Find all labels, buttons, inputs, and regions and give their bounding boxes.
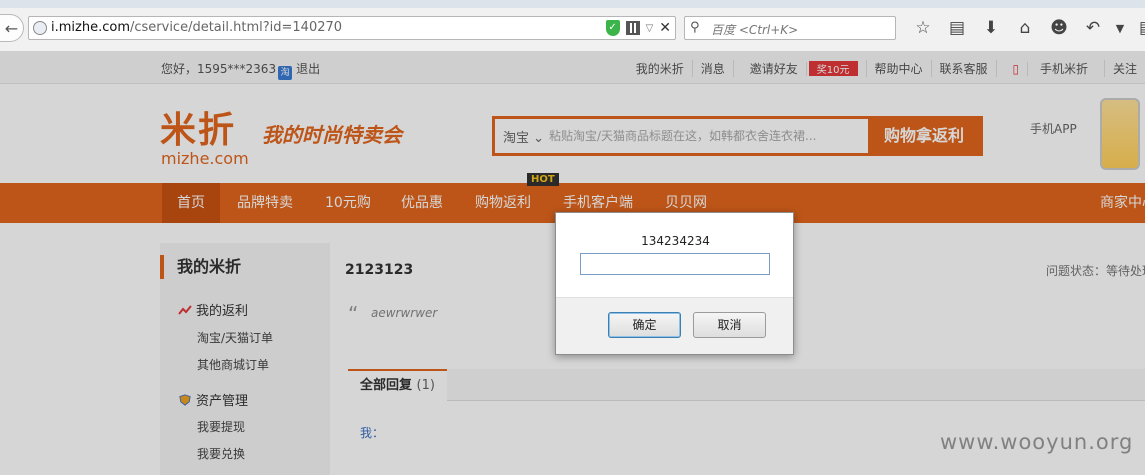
- browser-search-box[interactable]: ⚲ 百度 <Ctrl+K>: [684, 16, 896, 40]
- globe-icon: [33, 21, 47, 35]
- tab-strip: [0, 0, 1145, 8]
- cancel-button[interactable]: 取消: [693, 312, 766, 338]
- address-bar[interactable]: i.mizhe.com/cservice/detail.html?id=1402…: [28, 16, 676, 40]
- url-dropdown-icon[interactable]: ▽: [646, 23, 654, 34]
- prompt-dialog: 134234234 确定 取消: [555, 212, 794, 355]
- undo-icon[interactable]: ↶: [1076, 18, 1110, 38]
- ok-button[interactable]: 确定: [608, 312, 681, 338]
- dialog-input[interactable]: [580, 253, 770, 275]
- tab-icon[interactable]: ▤: [1130, 18, 1145, 38]
- browser-toolbar: ← i.mizhe.com/cservice/detail.html?id=14…: [0, 0, 1145, 52]
- shield-icon[interactable]: ✓: [605, 20, 620, 36]
- back-arrow-icon: ←: [4, 18, 19, 38]
- url-text[interactable]: i.mizhe.com/cservice/detail.html?id=1402…: [51, 20, 342, 35]
- download-icon[interactable]: ⬇: [974, 18, 1008, 38]
- dialog-message: 134234234: [641, 234, 710, 248]
- close-icon[interactable]: ✕: [659, 20, 671, 36]
- reading-list-icon[interactable]: ▤: [940, 18, 974, 38]
- star-icon[interactable]: ☆: [906, 18, 940, 38]
- dropdown-icon[interactable]: ▼: [1110, 22, 1130, 35]
- qr-code-icon[interactable]: [625, 21, 640, 35]
- back-button[interactable]: ←: [0, 14, 24, 42]
- home-icon[interactable]: ⌂: [1008, 18, 1042, 38]
- dialog-footer: 确定 取消: [556, 297, 793, 354]
- chat-icon[interactable]: ☻: [1042, 18, 1076, 38]
- browser-search-placeholder: 百度 <Ctrl+K>: [711, 23, 799, 37]
- search-icon: ⚲: [690, 20, 700, 35]
